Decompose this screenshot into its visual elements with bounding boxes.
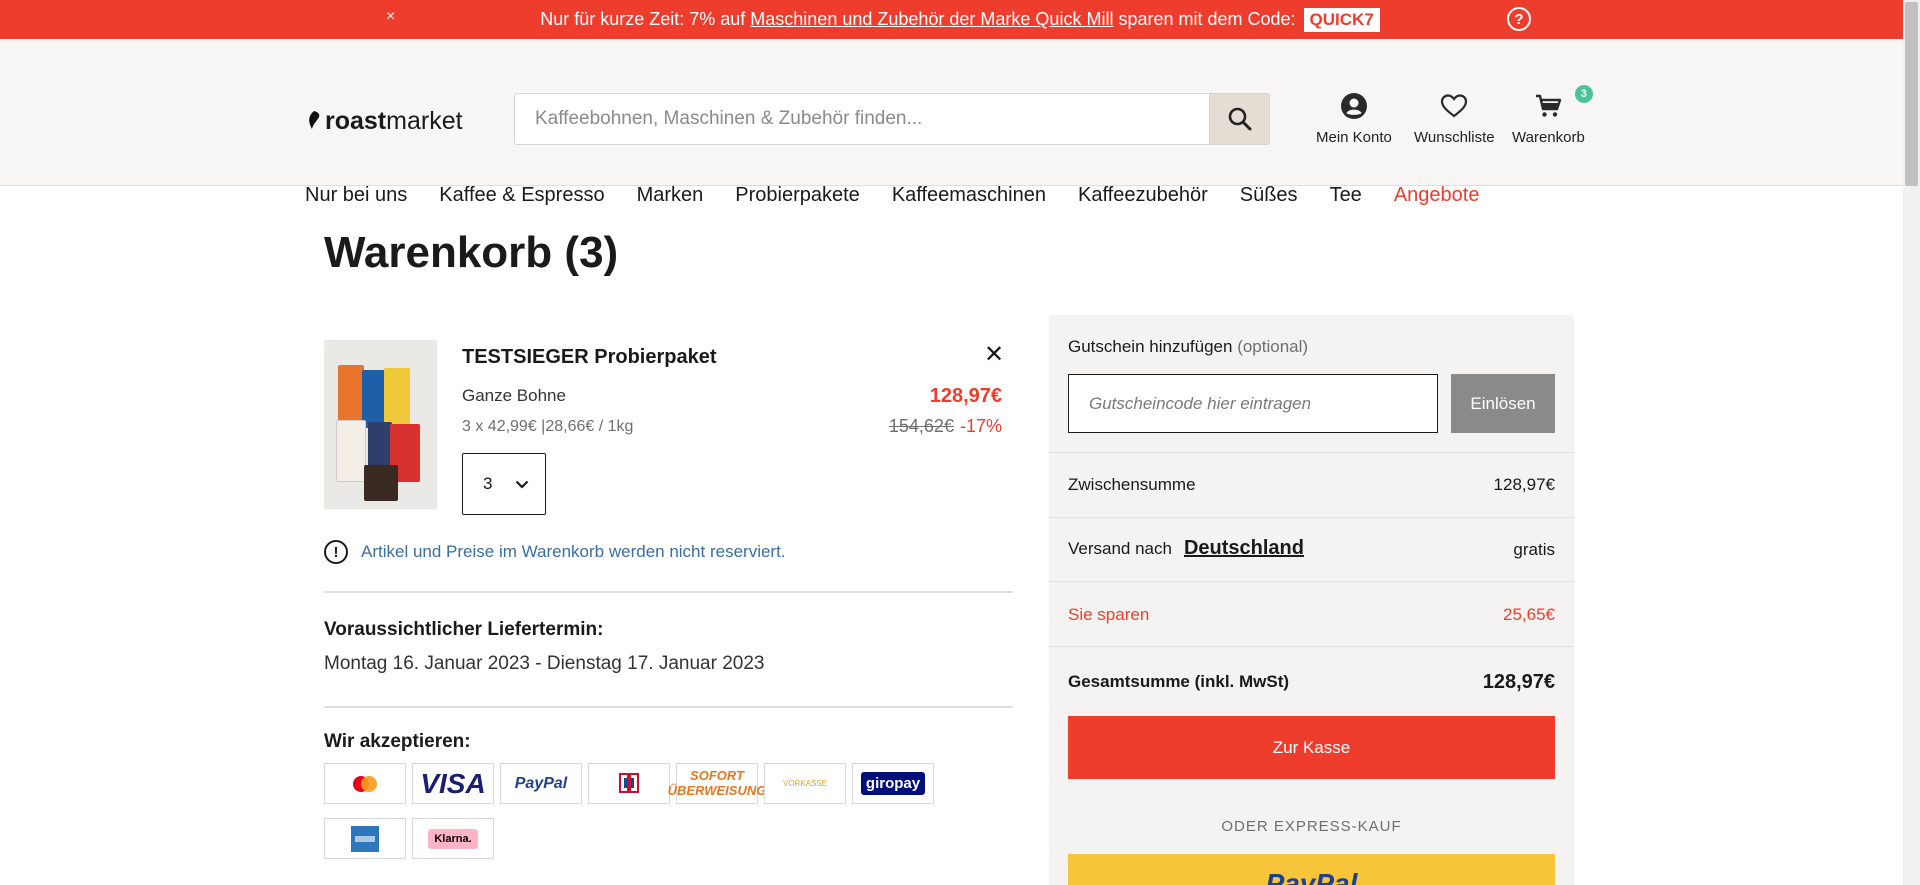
logo[interactable]: roast market xyxy=(305,106,463,137)
nav-item-nur-bei-uns[interactable]: Nur bei uns xyxy=(305,184,407,207)
nav-item-angebote[interactable]: Angebote xyxy=(1394,184,1480,207)
promo-text: Nur für kurze Zeit: 7% auf Maschinen und… xyxy=(540,9,1295,30)
order-summary: Gutschein hinzufügen (optional) Einlösen… xyxy=(1049,315,1574,885)
reservation-notice: ! Artikel und Preise im Warenkorb werden… xyxy=(324,540,786,564)
close-banner-icon[interactable]: × xyxy=(386,8,395,26)
item-variant: Ganze Bohne xyxy=(462,386,566,405)
paypal-logo: PayPal xyxy=(500,763,582,804)
search-icon xyxy=(1228,107,1251,131)
logo-roast: roast xyxy=(325,107,387,135)
scrollbar-thumb[interactable] xyxy=(1905,2,1918,186)
cart-count-badge: 3 xyxy=(1574,85,1593,103)
paypal-express-button[interactable]: PayPal xyxy=(1068,854,1555,885)
wishlist-link[interactable]: Wunschliste xyxy=(1414,89,1495,146)
heart-icon xyxy=(1414,89,1495,123)
site-header: roastmarket Mein Konto Wunschliste 3 War… xyxy=(0,39,1920,206)
mastercard-logo xyxy=(324,763,406,804)
voucher-input[interactable] xyxy=(1068,374,1438,433)
giropay-logo: giropay xyxy=(852,763,934,804)
item-unit-price: 3 x 42,99€ |28,66€ / 1kg xyxy=(462,418,634,435)
shipping-row: Versand nach Deutschland xyxy=(1068,537,1304,560)
klarna-logo: Klarna. xyxy=(412,818,494,859)
cart-label: Warenkorb xyxy=(1512,129,1585,146)
remove-item-icon[interactable]: ✕ xyxy=(984,340,1004,369)
promo-text-before: Nur für kurze Zeit: 7% auf xyxy=(540,9,751,29)
total-value: 128,97€ xyxy=(1482,671,1555,693)
nav-item-kaffee-espresso[interactable]: Kaffee & Espresso xyxy=(439,184,604,207)
discount-badge: -17% xyxy=(959,416,1002,436)
logo-market: market xyxy=(386,107,463,135)
total-label: Gesamtsumme (inkl. MwSt) xyxy=(1068,672,1290,691)
nav-item-tee[interactable]: Tee xyxy=(1330,184,1362,207)
divider xyxy=(324,706,1013,708)
nav-item-probierpakete[interactable]: Probierpakete xyxy=(735,184,860,207)
chevron-down-icon xyxy=(515,480,529,489)
voucher-label-text: Gutschein hinzufügen xyxy=(1068,337,1233,356)
promo-text-after: sparen mit dem Code: xyxy=(1118,9,1296,29)
search-button[interactable] xyxy=(1209,94,1269,144)
voucher-label: Gutschein hinzufügen (optional) xyxy=(1068,337,1308,357)
item-old-price: 154,62€ -17% xyxy=(889,416,1002,437)
sofort-logo: SOFORT ÜBERWEISUNG xyxy=(668,763,766,804)
main-nav: Nur bei uns Kaffee & Espresso Marken Pro… xyxy=(305,184,1511,207)
vorkasse-logo: VORKASSE xyxy=(764,763,846,804)
wishlist-label: Wunschliste xyxy=(1414,129,1495,146)
delivery-date: Montag 16. Januar 2023 - Dienstag 17. Ja… xyxy=(324,653,765,674)
nav-item-marken[interactable]: Marken xyxy=(637,184,704,207)
divider xyxy=(324,591,1013,593)
promo-banner: × Nur für kurze Zeit: 7% auf Maschinen u… xyxy=(0,0,1920,39)
notice-text: Artikel und Preise im Warenkorb werden n… xyxy=(361,542,786,561)
page-title: Warenkorb (3) xyxy=(324,228,619,277)
checkout-button[interactable]: Zur Kasse xyxy=(1068,716,1555,779)
item-price: 128,97€ xyxy=(929,385,1002,407)
account-icon xyxy=(1316,89,1392,123)
shipping-country-link[interactable]: Deutschland xyxy=(1184,537,1304,560)
klarna-text: Klarna. xyxy=(428,828,478,849)
scrollbar[interactable] xyxy=(1903,0,1920,885)
old-price: 154,62€ xyxy=(888,416,954,436)
help-icon[interactable]: ? xyxy=(1507,7,1531,31)
nav-item-kaffeemaschinen[interactable]: Kaffeemaschinen xyxy=(892,184,1046,207)
redeem-button[interactable]: Einlösen xyxy=(1451,374,1555,433)
item-name[interactable]: TESTSIEGER Probierpaket xyxy=(462,346,717,369)
divider xyxy=(1049,646,1574,647)
delivery-heading: Voraussichtlicher Liefertermin: xyxy=(324,619,604,640)
promo-code: QUICK7 xyxy=(1303,7,1380,32)
logo-mark-icon xyxy=(305,106,323,137)
subtotal-value: 128,97€ xyxy=(1493,475,1555,494)
shipping-value: gratis xyxy=(1513,540,1555,559)
cart-link[interactable]: 3 Warenkorb xyxy=(1512,85,1593,146)
girocard-logo xyxy=(588,763,670,804)
voucher-optional: (optional) xyxy=(1237,337,1309,356)
quantity-value: 3 xyxy=(483,474,493,493)
search-bar xyxy=(514,93,1270,145)
promo-link[interactable]: Maschinen und Zubehör der Marke Quick Mi… xyxy=(750,9,1113,29)
product-image[interactable] xyxy=(324,340,437,509)
amex-logo xyxy=(324,818,406,859)
savings-value: 25,65€ xyxy=(1503,605,1555,624)
divider xyxy=(1049,581,1574,582)
giropay-text: giropay xyxy=(860,772,926,795)
subtotal-label: Zwischensumme xyxy=(1068,475,1196,494)
nav-item-suesses[interactable]: Süßes xyxy=(1240,184,1298,207)
express-checkout-label: ODER EXPRESS-KAUF xyxy=(1221,818,1402,835)
account-label: Mein Konto xyxy=(1316,129,1392,146)
nav-item-kaffeezubehoer[interactable]: Kaffeezubehör xyxy=(1078,184,1208,207)
visa-logo: VISA xyxy=(412,763,494,804)
quantity-select[interactable]: 3 xyxy=(462,453,546,515)
info-icon: ! xyxy=(324,540,348,564)
shipping-label: Versand nach xyxy=(1068,538,1172,558)
savings-label: Sie sparen xyxy=(1068,605,1150,624)
cart-icon: 3 xyxy=(1512,85,1593,123)
account-link[interactable]: Mein Konto xyxy=(1316,89,1392,146)
search-input[interactable] xyxy=(515,94,1209,144)
divider xyxy=(1049,517,1574,518)
payments-heading: Wir akzeptieren: xyxy=(324,731,471,752)
divider xyxy=(1049,452,1574,453)
